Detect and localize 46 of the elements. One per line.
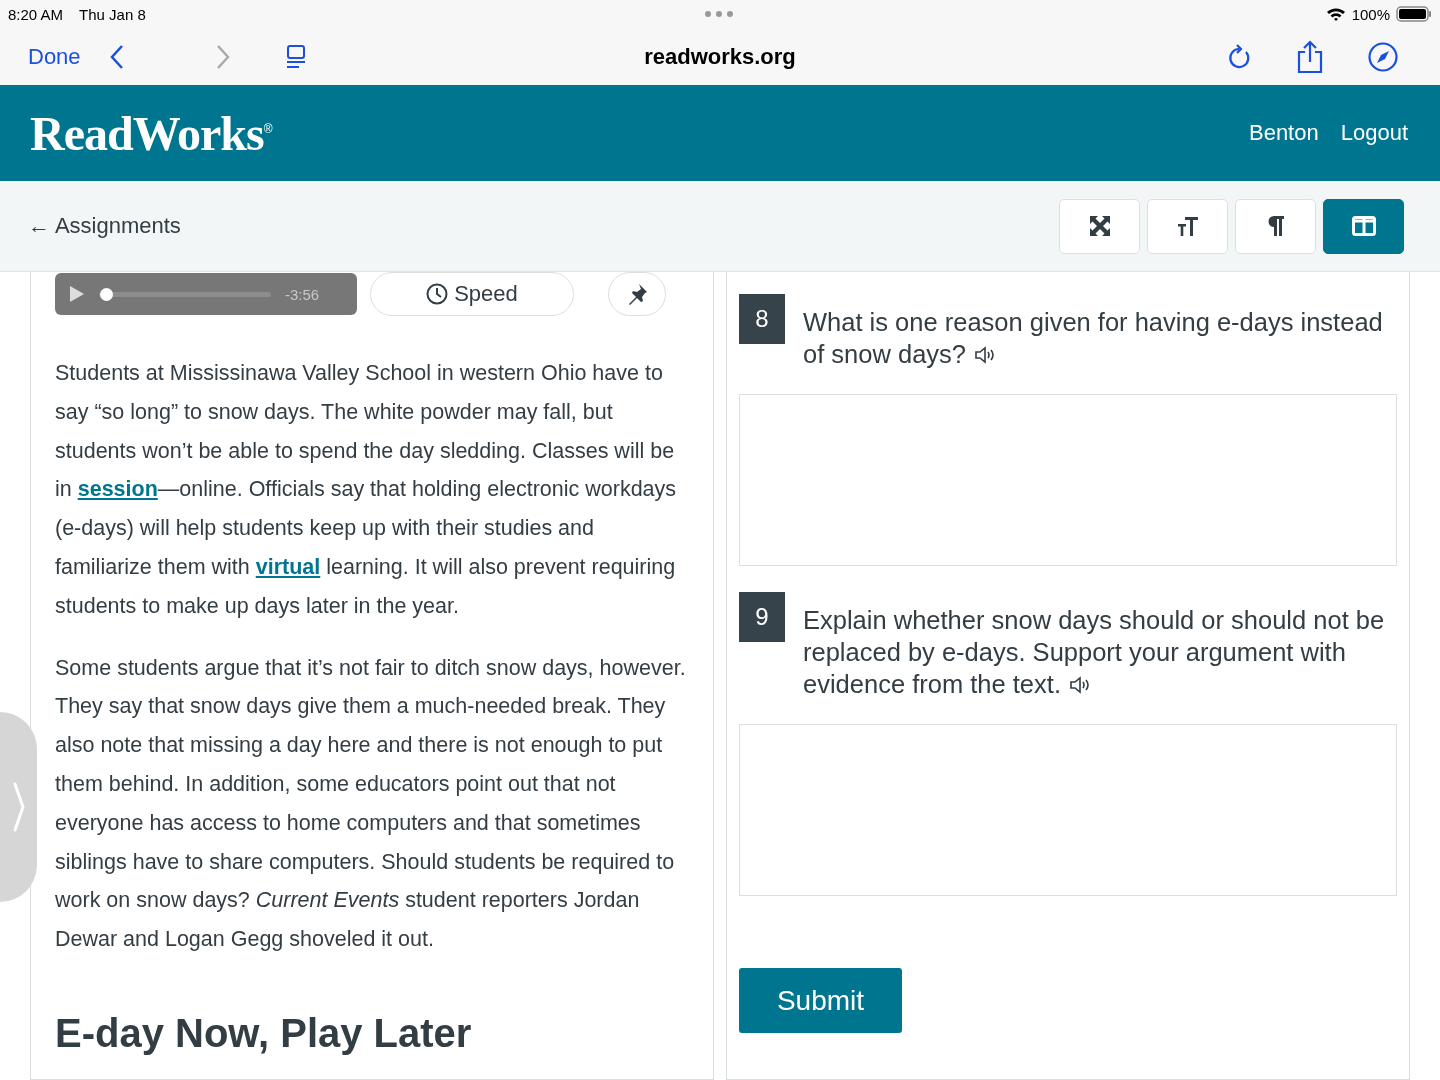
url-text: readworks.org — [644, 43, 796, 69]
paragraph-button[interactable] — [1235, 198, 1316, 254]
battery-icon — [1396, 6, 1432, 22]
audio-thumb[interactable] — [99, 287, 113, 301]
text-size-button[interactable] — [1147, 198, 1228, 254]
question-text: Explain whether snow days should or should not be replaced by e-days. Support your argument with evidence from the text. — [803, 605, 1386, 700]
wifi-icon — [1325, 7, 1346, 21]
logout-link[interactable]: Logout — [1340, 120, 1408, 146]
speed-button[interactable]: Speed — [370, 272, 574, 316]
question-number: 9 — [739, 592, 785, 642]
speaker-icon — [1068, 675, 1091, 695]
vocabulary-link[interactable]: virtual — [255, 555, 321, 579]
vocabulary-link[interactable]: session — [77, 477, 158, 502]
speaker-icon — [974, 345, 996, 365]
share-icon[interactable] — [1296, 39, 1324, 74]
status-date: Thu Jan 8 — [79, 5, 146, 23]
question-number: 8 — [739, 294, 785, 344]
play-icon[interactable] — [69, 285, 85, 303]
columns-button[interactable] — [1323, 198, 1404, 254]
article-paragraph: Some students argue that it’s not fair to ditch snow days, however. They say that snow days give them a much-needed break. They also note that missing a day here and there is not enough to put them behind. In addition, some educators point out that not everyone has access to home computers and that sometimes siblings have to share computers. Should students be required to work on snow days? Current Events student reporters Jordan Dewar and Logan Gegg shoveled it out. — [55, 654, 687, 954]
reload-icon[interactable] — [1226, 42, 1252, 71]
more-dots-icon — [704, 10, 734, 18]
columns-icon — [1351, 216, 1376, 236]
done-link[interactable]: Done — [28, 43, 81, 70]
question-text: What is one reason given for having e-days instead of snow days? — [803, 307, 1384, 370]
readworks-logo: ReadWorks$^{®}$ — [30, 105, 272, 161]
answer-field[interactable] — [739, 724, 1397, 896]
tabs-icon[interactable] — [284, 43, 307, 70]
user-link[interactable]: Benton — [1248, 120, 1319, 146]
clock-icon — [426, 283, 449, 305]
status-time: 8:20 AM — [8, 5, 64, 23]
text-size-icon — [1176, 215, 1199, 237]
submit-button[interactable]: Submit — [739, 968, 902, 1033]
battery-percent: 100% — [1351, 5, 1390, 23]
audio-time: -3:56 — [285, 285, 320, 303]
paragraph-icon — [1266, 215, 1285, 237]
answer-field[interactable] — [739, 394, 1397, 566]
article-paragraph: Students at Mississinawa Valley School in western Ohio have to say “so long” to snow days. The white powder may fall, but students won’t be able to spend the day sledding. Classes will be in session—online. Officials say that holding electronic workdays (e-days) will help students keep up with their studies and familiarize them with virtual learning. It will also prevent requiring students to make up days later in the year. — [55, 360, 678, 620]
chevron-icon — [12, 782, 25, 832]
compass-icon[interactable] — [1368, 41, 1398, 72]
assignments-link[interactable]: ← Assignments — [28, 213, 181, 239]
section-heading: E-day Now, Play Later — [55, 1010, 473, 1056]
pin-button[interactable] — [608, 272, 666, 316]
expand-icon — [1088, 215, 1111, 237]
back-icon[interactable] — [108, 43, 125, 70]
expand-button[interactable] — [1059, 198, 1140, 254]
